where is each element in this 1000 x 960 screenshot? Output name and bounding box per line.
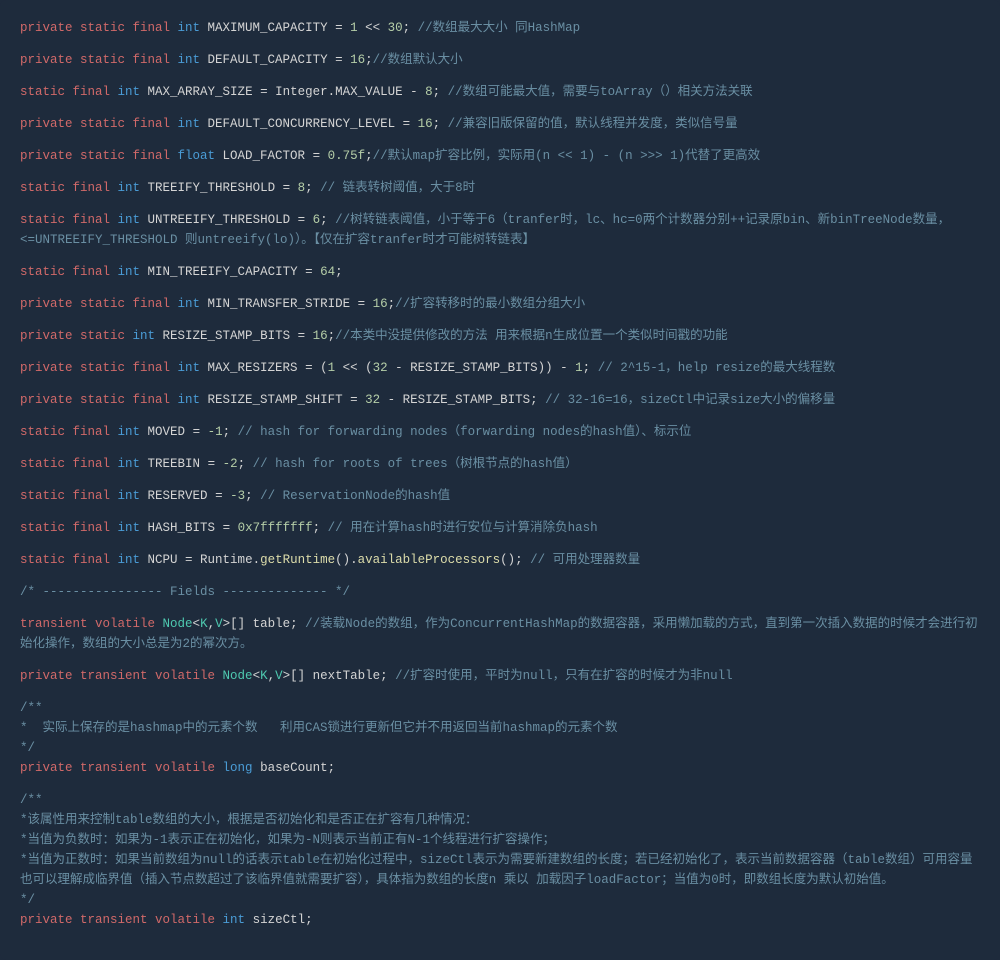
code-line: transient volatile Node<K,V>[] table; //… [20, 614, 980, 654]
code-line: static final int NCPU = Runtime.getRunti… [20, 550, 980, 570]
code-line: private static final int RESIZE_STAMP_SH… [20, 390, 980, 410]
code-line: private static final int MAX_RESIZERS = … [20, 358, 980, 378]
code-line: private static int RESIZE_STAMP_BITS = 1… [20, 326, 980, 346]
code-line: private static final int DEFAULT_CAPACIT… [20, 50, 980, 70]
code-viewer: private static final int MAXIMUM_CAPACIT… [0, 0, 1000, 960]
code-line: static final int TREEIFY_THRESHOLD = 8; … [20, 178, 980, 198]
code-line: private static final int MIN_TRANSFER_ST… [20, 294, 980, 314]
code-line: private static final int DEFAULT_CONCURR… [20, 114, 980, 134]
code-line: private transient volatile Node<K,V>[] n… [20, 666, 980, 686]
code-line: private static final float LOAD_FACTOR =… [20, 146, 980, 166]
code-line: static final int MIN_TREEIFY_CAPACITY = … [20, 262, 980, 282]
code-line: /* ---------------- Fields -------------… [20, 582, 980, 602]
code-line: static final int RESERVED = -3; // Reser… [20, 486, 980, 506]
code-line: /** *该属性用来控制table数组的大小，根据是否初始化和是否正在扩容有几种… [20, 790, 980, 930]
code-line: static final int TREEBIN = -2; // hash f… [20, 454, 980, 474]
code-line: private static final int MAXIMUM_CAPACIT… [20, 18, 980, 38]
code-line: static final int MAX_ARRAY_SIZE = Intege… [20, 82, 980, 102]
code-line: static final int HASH_BITS = 0x7fffffff;… [20, 518, 980, 538]
code-line: static final int UNTREEIFY_THRESHOLD = 6… [20, 210, 980, 250]
code-line: /** * 实际上保存的是hashmap中的元素个数 利用CAS锁进行更新但它并… [20, 698, 980, 778]
code-line: static final int MOVED = -1; // hash for… [20, 422, 980, 442]
